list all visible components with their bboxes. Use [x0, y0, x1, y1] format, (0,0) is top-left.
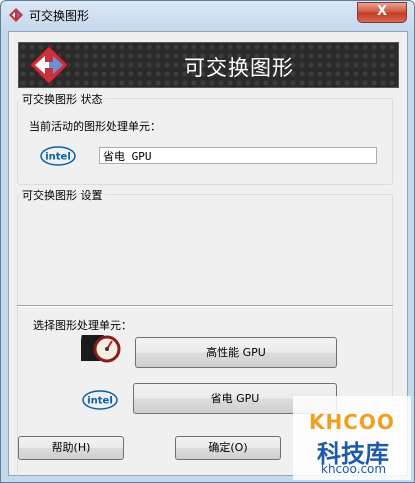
close-button[interactable]: X: [357, 2, 407, 23]
high-performance-gpu-button[interactable]: 高性能 GPU: [135, 337, 337, 368]
window-title: 可交换图形: [29, 9, 90, 23]
ok-button-label: 确定(O): [208, 441, 248, 454]
status-group: 可交换图形 状态: [17, 91, 393, 185]
watermark: KHCOO 科技库 khcoo.com: [293, 396, 411, 480]
settings-group-label: 可交换图形 设置: [20, 187, 105, 203]
banner-title: 可交换图形: [184, 56, 294, 80]
settings-separator: [17, 305, 393, 307]
svg-text:intel: intel: [45, 152, 71, 163]
title-bar[interactable]: 可交换图形 X: [1, 1, 414, 29]
intel-logo-icon: intel: [40, 146, 76, 166]
power-saving-gpu-label: 省电 GPU: [210, 392, 260, 405]
status-group-label: 可交换图形 状态: [20, 91, 105, 107]
high-performance-gpu-label: 高性能 GPU: [206, 346, 266, 359]
current-gpu-field: 省电 GPU: [99, 147, 377, 164]
dialog-window: 可交换图形 X 可交换图形 可交换图形 状态 当前活动的图形处理单元： inte…: [0, 0, 415, 483]
amd-switchable-logo-icon: [29, 45, 69, 85]
current-gpu-label: 当前活动的图形处理单元：: [29, 120, 161, 133]
header-banner: 可交换图形: [18, 42, 399, 88]
watermark-domain: khcoo.com: [321, 462, 387, 476]
svg-text:intel: intel: [87, 396, 113, 407]
app-icon: [9, 8, 23, 22]
high-performance-gauge-icon: [81, 335, 121, 363]
ok-button[interactable]: 确定(O): [175, 436, 281, 460]
watermark-brand: KHCOO: [309, 410, 395, 434]
intel-logo-icon-2: intel: [82, 390, 118, 410]
select-gpu-label: 选择图形处理单元：: [33, 319, 132, 332]
help-button[interactable]: 帮助(H): [18, 436, 124, 460]
help-button-label: 帮助(H): [51, 441, 91, 454]
